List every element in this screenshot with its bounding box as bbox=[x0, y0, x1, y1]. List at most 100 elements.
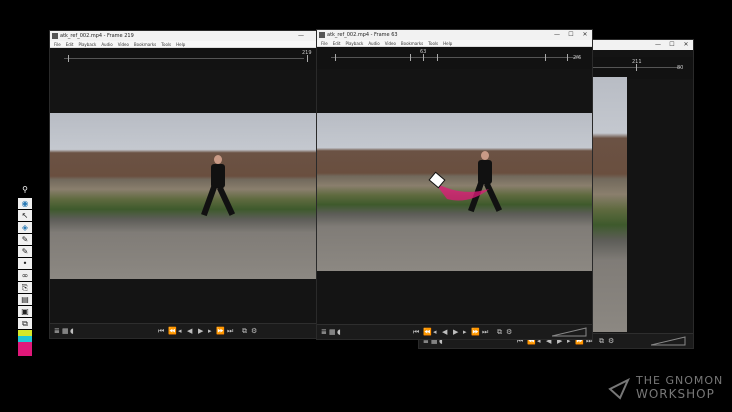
playhead[interactable] bbox=[636, 64, 637, 71]
title-bar[interactable]: atk_ref_002.mp4 - Frame 219 — bbox=[50, 31, 316, 41]
end-marker[interactable] bbox=[567, 54, 568, 61]
start-marker[interactable] bbox=[68, 55, 69, 62]
playback-controls: ≣ ▦ ◖ ⏮ ⏪ ◂ ◀ ▶ ▸ ⏩ ⏭ ⧉ ⚙ bbox=[317, 324, 592, 339]
menu-playback[interactable]: Playback bbox=[78, 42, 96, 47]
menu-bar: File Edit Playback Audio Video Bookmarks Tools… bbox=[50, 41, 316, 48]
clipboard-icon[interactable]: ⎘ bbox=[18, 282, 32, 293]
back-frame-button[interactable]: ◂ bbox=[178, 327, 182, 335]
menu-edit[interactable]: Edit bbox=[66, 42, 74, 47]
to-end-button[interactable]: ⏭ bbox=[227, 327, 233, 335]
playback-controls: ≣ ▦ ◖ ⏮ ⏪ ◂ ◀ ▶ ▸ ⏩ ⏭ ⧉ ⚙ bbox=[50, 323, 316, 338]
bookmark-marker[interactable] bbox=[410, 54, 411, 61]
bookmark-marker[interactable] bbox=[545, 54, 546, 61]
play-button[interactable]: ▶ bbox=[453, 328, 458, 336]
menu-playback[interactable]: Playback bbox=[345, 41, 363, 46]
window-title: atk_ref_002.mp4 - Frame 63 bbox=[327, 32, 398, 38]
to-start-button[interactable]: ⏮ bbox=[413, 328, 419, 336]
play-button[interactable]: ▶ bbox=[198, 327, 203, 335]
window-title: atk_ref_002.mp4 - Frame 219 bbox=[60, 33, 134, 39]
close-button[interactable]: ✕ bbox=[578, 30, 592, 40]
grid-icon[interactable]: ▦ bbox=[329, 328, 336, 336]
title-bar[interactable]: atk_ref_002.mp4 - Frame 63 — ☐ ✕ bbox=[317, 30, 592, 40]
minimize-button[interactable]: — bbox=[294, 31, 308, 41]
timeline[interactable]: 219 bbox=[50, 48, 316, 70]
bookmark-marker[interactable] bbox=[437, 54, 438, 61]
pencil-icon[interactable]: ✎ bbox=[18, 234, 32, 245]
eraser-icon[interactable]: ◈ bbox=[18, 222, 32, 233]
loop-icon[interactable]: ⧉ bbox=[242, 327, 247, 335]
cursor-icon[interactable]: ↖ bbox=[18, 210, 32, 221]
timeline[interactable]: 63 2f6 bbox=[317, 47, 592, 69]
app-icon bbox=[52, 33, 58, 39]
end-frame-label: 80 bbox=[677, 65, 684, 71]
player-window-1[interactable]: atk_ref_002.mp4 - Frame 219 — File Edit Pl… bbox=[49, 30, 317, 339]
step-back-button[interactable]: ⏪ bbox=[423, 328, 432, 336]
timeline-track[interactable] bbox=[64, 58, 304, 59]
motion-stroke-annotation bbox=[428, 171, 489, 201]
fwd-frame-button[interactable]: ▸ bbox=[208, 327, 212, 335]
eye-icon[interactable]: ◉ bbox=[18, 198, 32, 209]
playhead[interactable] bbox=[307, 55, 308, 62]
menu-tools[interactable]: Tools bbox=[161, 42, 171, 47]
fwd-frame-button[interactable]: ▸ bbox=[463, 328, 467, 336]
volume-slider[interactable] bbox=[552, 327, 588, 337]
link-icon[interactable]: ∞ bbox=[18, 270, 32, 281]
volume-slider[interactable] bbox=[651, 336, 687, 346]
settings-icon[interactable]: ⚙ bbox=[608, 337, 614, 345]
speaker-icon[interactable]: ◖ bbox=[337, 328, 341, 336]
speaker-icon[interactable]: ◖ bbox=[70, 327, 74, 335]
playhead[interactable] bbox=[423, 54, 424, 61]
color-swatch-primary[interactable] bbox=[18, 342, 32, 356]
video-view bbox=[50, 113, 316, 279]
save-icon[interactable]: ▣ bbox=[18, 306, 32, 317]
maximize-button[interactable]: ☐ bbox=[564, 30, 578, 40]
settings-icon[interactable]: ⚙ bbox=[506, 328, 512, 336]
logo-line2: WORKSHOP bbox=[636, 387, 715, 401]
frame-number: 211 bbox=[632, 59, 642, 65]
timeline-track[interactable] bbox=[331, 57, 580, 58]
video-view bbox=[317, 113, 592, 271]
minimize-button[interactable]: — bbox=[550, 30, 564, 40]
to-start-button[interactable]: ⏮ bbox=[158, 327, 164, 335]
frame-number: 219 bbox=[302, 50, 312, 56]
gnomon-logo-icon bbox=[608, 377, 631, 400]
list-icon[interactable]: ≣ bbox=[54, 327, 60, 335]
dot-icon[interactable]: • bbox=[18, 258, 32, 269]
menu-help[interactable]: Help bbox=[176, 42, 185, 47]
play-back-button[interactable]: ◀ bbox=[442, 328, 447, 336]
cart-icon[interactable]: ▤ bbox=[18, 294, 32, 305]
loop-icon[interactable]: ⧉ bbox=[599, 337, 604, 345]
menu-file[interactable]: File bbox=[54, 42, 61, 47]
settings-icon[interactable]: ⚙ bbox=[251, 327, 257, 335]
logo-line1: THE GNOMON bbox=[636, 374, 724, 387]
grid-icon[interactable]: ▦ bbox=[62, 327, 69, 335]
menu-video[interactable]: Video bbox=[385, 41, 396, 46]
menu-bar: File Edit Playback Audio Video Bookmarks Tools… bbox=[317, 40, 592, 47]
menu-video[interactable]: Video bbox=[118, 42, 129, 47]
play-back-button[interactable]: ◀ bbox=[187, 327, 192, 335]
menu-bookmarks[interactable]: Bookmarks bbox=[134, 42, 156, 47]
loop-icon[interactable]: ⧉ bbox=[497, 328, 502, 336]
maximize-button[interactable]: ☐ bbox=[665, 40, 679, 50]
menu-file[interactable]: File bbox=[321, 41, 328, 46]
close-button[interactable]: ✕ bbox=[679, 40, 693, 50]
end-frame-label: 2f6 bbox=[573, 55, 582, 61]
menu-audio[interactable]: Audio bbox=[101, 42, 112, 47]
menu-audio[interactable]: Audio bbox=[368, 41, 379, 46]
start-marker[interactable] bbox=[335, 54, 336, 61]
step-fwd-button[interactable]: ⏩ bbox=[216, 327, 225, 335]
step-fwd-button[interactable]: ⏩ bbox=[471, 328, 480, 336]
menu-tools[interactable]: Tools bbox=[428, 41, 438, 46]
minimize-button[interactable]: — bbox=[651, 40, 665, 50]
menu-bookmarks[interactable]: Bookmarks bbox=[401, 41, 423, 46]
brush-icon[interactable]: ✎ bbox=[18, 246, 32, 257]
pin-icon[interactable]: ⚲ bbox=[18, 184, 32, 195]
list-icon[interactable]: ≣ bbox=[321, 328, 327, 336]
to-end-button[interactable]: ⏭ bbox=[482, 328, 488, 336]
copy-icon[interactable]: ⧉ bbox=[18, 318, 32, 329]
player-window-2[interactable]: atk_ref_002.mp4 - Frame 63 — ☐ ✕ File Edi… bbox=[316, 29, 593, 340]
menu-edit[interactable]: Edit bbox=[333, 41, 341, 46]
back-frame-button[interactable]: ◂ bbox=[433, 328, 437, 336]
menu-help[interactable]: Help bbox=[443, 41, 452, 46]
step-back-button[interactable]: ⏪ bbox=[168, 327, 177, 335]
